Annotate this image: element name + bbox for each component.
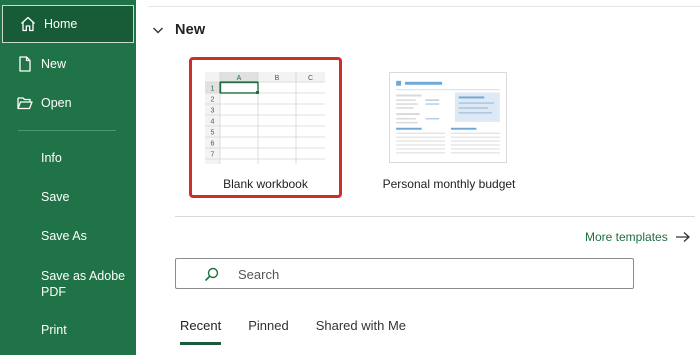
column-header: B (275, 75, 280, 82)
sidebar-item-info[interactable]: Info (0, 139, 136, 177)
new-section-header[interactable]: New (152, 22, 205, 38)
backstage-main: New A B C 1 2 3 4 5 6 7 Blank workbook P… (136, 0, 700, 355)
search-box[interactable] (175, 258, 634, 289)
sidebar-item-save-as-adobe-pdf[interactable]: Save as Adobe PDF (0, 264, 136, 304)
chevron-down-icon (153, 27, 163, 34)
sidebar-item-save-as[interactable]: Save As (0, 217, 136, 255)
row-header: 5 (211, 130, 215, 137)
column-header: A (237, 75, 242, 82)
sidebar-item-label: Save As (41, 229, 87, 243)
file-tabs: Recent Pinned Shared with Me (180, 318, 433, 345)
row-header: 1 (211, 86, 215, 93)
sidebar-item-label: New (41, 57, 67, 71)
personal-monthly-budget-tile[interactable]: Personal monthly budget (378, 72, 520, 192)
sidebar-item-new[interactable]: New (0, 45, 136, 83)
sidebar-item-home[interactable]: Home (2, 5, 134, 43)
new-document-icon (19, 56, 31, 72)
sidebar-item-label: Open (41, 96, 72, 110)
sidebar-item-label: Save (41, 190, 70, 204)
row-header: 4 (211, 119, 215, 126)
tile-label: Personal monthly budget (382, 177, 516, 191)
home-icon (21, 16, 35, 32)
row-header: 3 (211, 108, 215, 115)
sidebar-item-save[interactable]: Save (0, 178, 136, 216)
top-divider (148, 6, 700, 7)
tab-recent[interactable]: Recent (180, 318, 222, 345)
budget-template-thumbnail (389, 72, 507, 163)
search-icon (204, 267, 219, 282)
folder-open-icon (17, 97, 33, 110)
sidebar-item-label: Save as Adobe PDF (41, 269, 126, 299)
tile-label: Blank workbook (223, 177, 308, 191)
sidebar-item-open[interactable]: Open (0, 84, 136, 122)
sidebar-item-label: Info (41, 151, 62, 165)
column-header: C (308, 75, 313, 82)
sidebar-item-print[interactable]: Print (0, 311, 136, 349)
more-templates-label: More templates (585, 230, 668, 244)
blank-workbook-tile[interactable]: A B C 1 2 3 4 5 6 7 Blank workbook (189, 57, 342, 198)
row-header: 7 (211, 152, 215, 159)
arrow-right-icon (675, 232, 690, 242)
row-header: 2 (211, 97, 215, 104)
search-input[interactable] (238, 264, 618, 284)
backstage-sidebar: Home New Open Info Save Save As Save as … (0, 0, 136, 355)
sidebar-divider (18, 130, 116, 131)
sidebar-item-label: Print (41, 323, 67, 337)
row-header: 6 (211, 141, 215, 148)
sidebar-item-label: Home (44, 17, 78, 31)
templates-divider (175, 216, 695, 217)
tab-shared-with-me[interactable]: Shared with Me (316, 318, 406, 339)
more-templates-link[interactable]: More templates (585, 230, 691, 244)
tab-pinned[interactable]: Pinned (248, 318, 288, 339)
section-title: New (175, 22, 206, 38)
blank-workbook-thumbnail: A B C 1 2 3 4 5 6 7 (205, 72, 325, 164)
